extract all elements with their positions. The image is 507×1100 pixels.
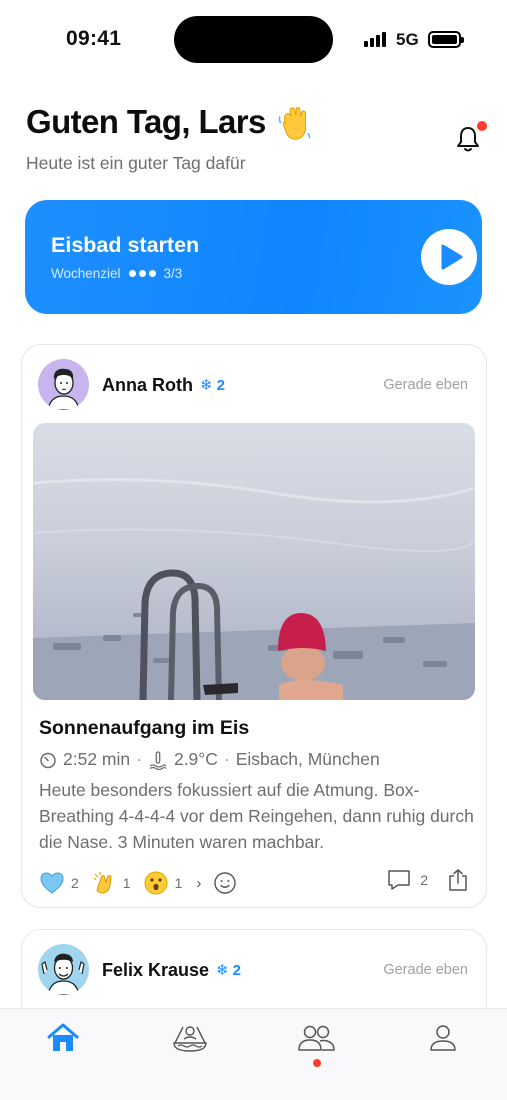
chevron-right-icon[interactable]: ›: [196, 875, 201, 892]
post-location: Eisbach, München: [235, 749, 380, 769]
community-icon: [298, 1025, 335, 1051]
tab-bar: [0, 1008, 507, 1100]
weekly-goal: Wochenziel 3/3: [51, 266, 182, 281]
home-icon: [47, 1023, 79, 1051]
clapping-hands-icon: [93, 872, 112, 894]
tab-community[interactable]: [294, 1021, 338, 1061]
weekly-goal-label: Wochenziel: [51, 266, 121, 281]
post-card[interactable]: Anna Roth ❄ 2 Gerade eben Sonnenaufgang …: [21, 344, 487, 908]
add-reaction-icon[interactable]: [213, 871, 237, 895]
play-icon: [441, 244, 463, 270]
streak-badge: ❄ 2: [216, 961, 241, 980]
profile-icon: [430, 1025, 456, 1051]
post-meta: 2:52 min · 2.9°C · Eisbach, München: [39, 749, 380, 770]
post-temperature: 2.9°C: [173, 749, 218, 769]
avatar[interactable]: [38, 944, 89, 995]
notification-badge: [477, 121, 487, 131]
greeting-title: Guten Tag, Lars: [26, 103, 266, 140]
reaction-count: 1: [174, 875, 183, 891]
tab-home[interactable]: [41, 1021, 85, 1061]
reaction-count: 2: [71, 875, 79, 891]
snowflake-icon: ❄: [216, 962, 229, 979]
post-text: Heute besonders fokussiert auf die Atmun…: [39, 780, 474, 852]
greeting-subtitle: Heute ist ein guter Tag dafür: [26, 153, 246, 173]
status-bar: 09:41 5G: [0, 0, 507, 80]
dynamic-island: [174, 16, 333, 63]
post-photo[interactable]: [33, 423, 475, 700]
status-time: 09:41: [66, 27, 122, 50]
streak-count: 2: [232, 961, 241, 979]
start-ice-bath-button[interactable]: Eisbad starten Wochenziel 3/3: [25, 200, 482, 314]
weekly-goal-dots: [128, 270, 156, 277]
reaction-surprised[interactable]: 1: [143, 870, 183, 896]
reaction-count: 1: [122, 875, 131, 891]
post-author[interactable]: Anna Roth: [102, 375, 193, 396]
reaction-clap[interactable]: 1: [91, 870, 131, 896]
comment-count: 2: [420, 872, 428, 888]
avatar[interactable]: [38, 359, 89, 410]
tab-ice-bath[interactable]: [168, 1021, 212, 1061]
post-duration: 2:52 min: [63, 749, 131, 769]
post-time: Gerade eben: [383, 962, 468, 978]
post-time: Gerade eben: [383, 377, 468, 393]
streak-count: 2: [216, 376, 225, 394]
signal-icon: [364, 31, 390, 47]
meta-separator: ·: [223, 749, 230, 769]
meta-separator: ·: [136, 749, 142, 769]
reaction-blue-heart[interactable]: 2: [39, 870, 79, 896]
weekly-goal-progress: 3/3: [163, 266, 183, 281]
comment-icon[interactable]: [386, 868, 412, 892]
battery-icon: [428, 31, 464, 48]
cta-title: Eisbad starten: [51, 233, 200, 257]
community-notification-dot: [313, 1059, 321, 1067]
share-icon[interactable]: [448, 868, 468, 892]
water-temperature-icon: [149, 750, 167, 770]
snowflake-icon: ❄: [200, 377, 213, 394]
surprised-face-icon: [144, 871, 168, 895]
blue-heart-icon: [40, 872, 64, 894]
tab-profile[interactable]: [421, 1021, 465, 1061]
play-button[interactable]: [421, 229, 477, 285]
post-title: Sonnenaufgang im Eis: [39, 717, 250, 739]
waving-hand-icon: [278, 107, 311, 140]
post-author[interactable]: Felix Krause: [102, 960, 209, 981]
streak-badge: ❄ 2: [200, 376, 225, 395]
timer-icon: [40, 752, 56, 768]
ice-bath-icon: [173, 1026, 207, 1052]
network-label: 5G: [396, 30, 419, 49]
post-actions: 2: [386, 868, 468, 892]
reaction-bar: 2 1 1 ›: [39, 868, 237, 898]
